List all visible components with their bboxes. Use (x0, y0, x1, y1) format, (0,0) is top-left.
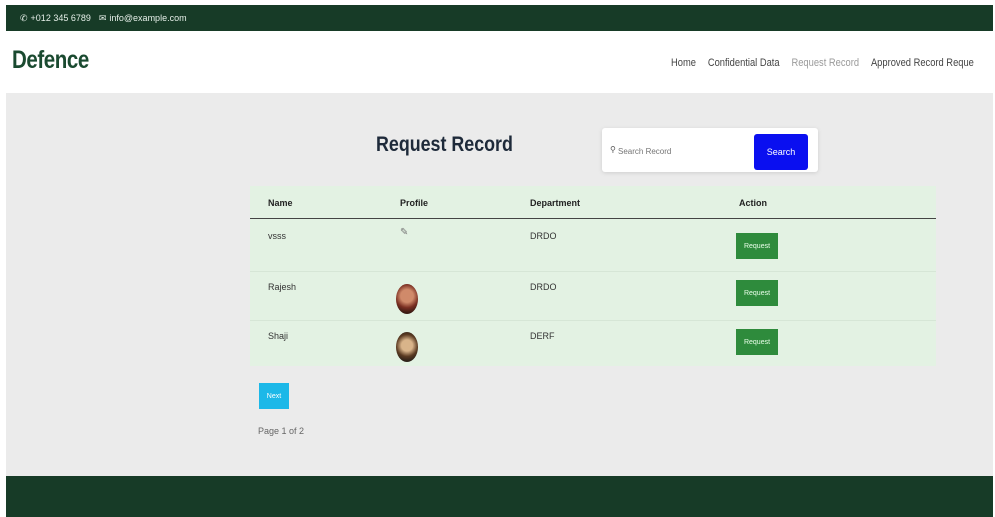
email-contact[interactable]: ✉ info@example.com (99, 13, 187, 23)
phone-text: +012 345 6789 (30, 13, 91, 23)
envelope-icon: ✉ (98, 12, 107, 23)
table-header: Name Profile Department Action (250, 186, 936, 219)
phone-contact[interactable]: ✆ +012 345 6789 (20, 13, 91, 23)
request-button[interactable]: Request (736, 233, 778, 259)
row-name: vsss (268, 231, 286, 241)
column-header-profile: Profile (400, 198, 429, 208)
nav-link-approved-record-request[interactable]: Approved Record Reque (871, 57, 974, 69)
search-panel: ⚲ Search (602, 128, 818, 172)
row-department: DRDO (530, 231, 557, 241)
row-name: Shaji (268, 331, 289, 341)
navbar: Defence Home Confidential Data Request R… (6, 31, 993, 93)
request-table: Name Profile Department Action vsss ✎ DR… (250, 186, 936, 366)
email-text: info@example.com (109, 13, 187, 23)
request-button[interactable]: Request (736, 280, 778, 306)
nav-link-request-record[interactable]: Request Record (791, 57, 859, 69)
page-indicator: Page 1 of 2 (258, 426, 305, 436)
table-row: Rajesh DRDO Request (250, 272, 936, 321)
broken-image-icon: ✎ (400, 227, 409, 238)
table-row: vsss ✎ DRDO Request (250, 219, 936, 272)
row-department: DRDO (530, 282, 557, 292)
search-button[interactable]: Search (754, 134, 808, 170)
page-title: Request Record (376, 133, 513, 156)
table-row: Shaji DERF Request (250, 321, 936, 366)
footer (6, 476, 993, 517)
nav-link-home[interactable]: Home (671, 57, 696, 69)
top-contact-bar: ✆ +012 345 6789 ✉ info@example.com (6, 5, 993, 31)
column-header-department: Department (530, 198, 581, 208)
column-header-name: Name (268, 198, 293, 208)
brand-logo[interactable]: Defence (12, 46, 89, 75)
nav-link-confidential-data[interactable]: Confidential Data (708, 57, 780, 69)
phone-icon: ✆ (20, 12, 28, 23)
search-input[interactable] (608, 140, 760, 162)
page: ✆ +012 345 6789 ✉ info@example.com Defen… (6, 5, 993, 517)
row-name: Rajesh (268, 282, 297, 292)
nav-links: Home Confidential Data Request Record Ap… (671, 57, 974, 69)
avatar (396, 284, 418, 314)
request-button[interactable]: Request (736, 329, 778, 355)
avatar (396, 332, 418, 362)
column-header-action: Action (739, 198, 767, 208)
row-department: DERF (530, 331, 555, 341)
next-page-button[interactable]: Next (259, 383, 289, 409)
